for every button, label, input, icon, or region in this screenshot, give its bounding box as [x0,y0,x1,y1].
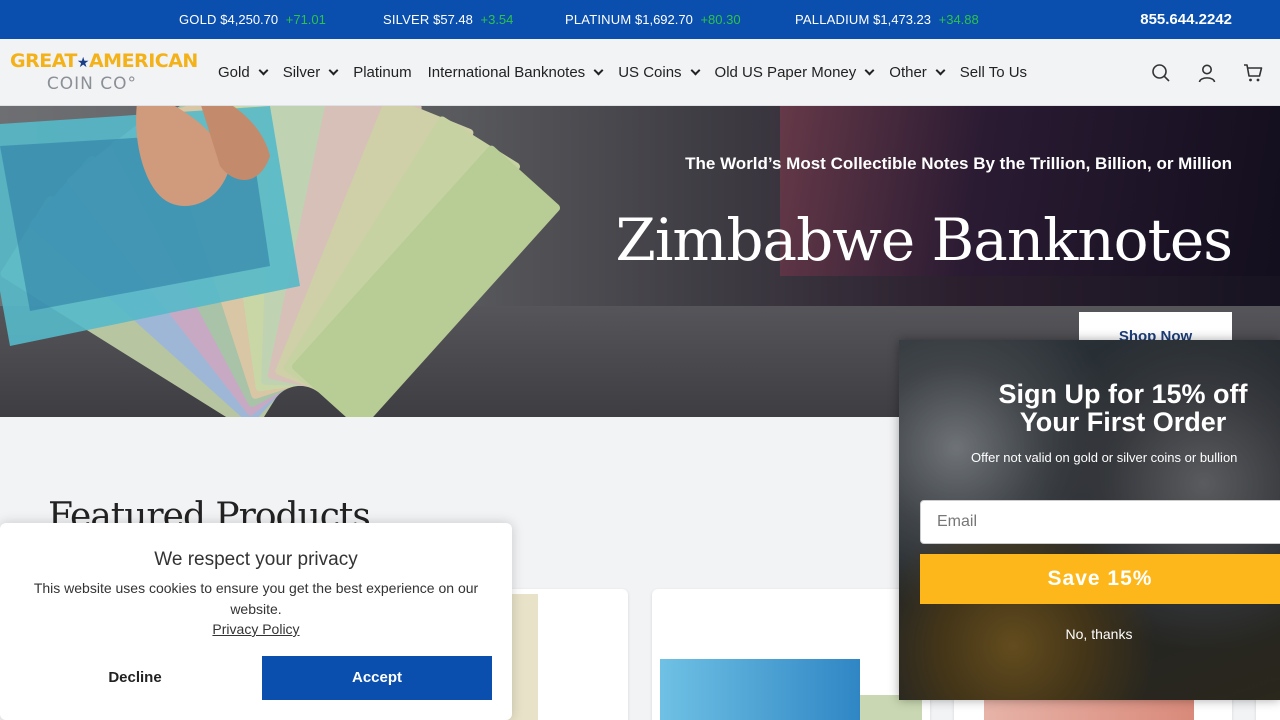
ticker-change: +34.88 [938,12,979,27]
save-15-button[interactable]: Save 15% [920,554,1280,604]
nav-label: Sell To Us [959,64,1028,81]
account-icon[interactable] [1197,63,1217,83]
logo-star-icon: ★ [76,55,90,71]
chevron-down-icon [864,65,875,76]
ticker-item-silver[interactable]: SILVER $57.48 +3.54 [383,12,513,27]
ticker-price: $57.48 [433,12,473,27]
cookie-message: This website uses cookies to ensure you … [33,580,479,617]
nav-label: Platinum [353,64,412,81]
logo-wordmark: GREAT★AMERICAN [10,50,198,74]
nav-item-old-us-paper-money[interactable]: Old US Paper Money [714,64,875,81]
nav-label: Other [889,64,927,81]
signup-title-line1: Sign Up for 15% off [998,379,1248,409]
search-icon[interactable] [1151,63,1171,83]
no-thanks-link[interactable]: No, thanks [1024,626,1174,642]
nav-item-sell-to-us[interactable]: Sell To Us [960,64,1027,81]
ticker-item-gold[interactable]: GOLD $4,250.70 +71.01 [179,12,326,27]
cart-icon[interactable] [1243,63,1263,83]
nav-item-gold[interactable]: Gold [218,64,269,81]
ticker-change: +80.30 [700,12,741,27]
hero-title: Zimbabwe Banknotes [615,206,1233,274]
signup-title-line2: Your First Order [1019,407,1227,437]
hero-subtitle: The World’s Most Collectible Notes By th… [685,154,1232,173]
chevron-down-icon [328,65,339,76]
chevron-down-icon [935,65,946,76]
chevron-down-icon [258,65,269,76]
email-input[interactable] [920,500,1280,544]
cookie-title: We respect your privacy [154,549,358,570]
price-ticker: GOLD $4,250.70 +71.01 SILVER $57.48 +3.5… [0,0,1280,39]
site-header: GREAT★AMERICAN COIN CO° Gold Silver Plat… [0,39,1280,106]
signup-popup: Sign Up for 15% off Your First Order Off… [899,340,1280,700]
nav-label: Silver [282,64,321,81]
ticker-price: $1,473.23 [873,12,931,27]
nav-label: Gold [218,64,250,81]
ticker-price: $1,692.70 [635,12,693,27]
ticker-change: +71.01 [285,12,326,27]
ticker-price: $4,250.70 [220,12,279,27]
decline-button[interactable]: Decline [20,656,250,700]
nav-item-silver[interactable]: Silver [282,64,339,81]
privacy-policy-link[interactable]: Privacy Policy [0,621,512,637]
accept-button[interactable]: Accept [262,656,492,700]
nav-item-other[interactable]: Other [889,64,946,81]
ticker-metal: GOLD [179,12,217,27]
cookie-consent-banner: We respect your privacy This website use… [0,523,512,720]
ticker-item-palladium[interactable]: PALLADIUM $1,473.23 +34.88 [795,12,979,27]
nav-label: International Banknotes [427,64,586,81]
signup-disclaimer: Offer not valid on gold or silver coins … [971,450,1238,465]
nav-label: Old US Paper Money [714,64,857,81]
main-nav: Gold Silver Platinum International Bankn… [218,64,1043,81]
ticker-metal: PALLADIUM [795,12,870,27]
ticker-metal: SILVER [383,12,430,27]
nav-item-platinum[interactable]: Platinum [353,64,411,81]
signup-title: Sign Up for 15% off Your First Order [979,380,1267,436]
site-logo[interactable]: GREAT★AMERICAN COIN CO° [10,50,198,95]
ticker-item-platinum[interactable]: PLATINUM $1,692.70 +80.30 [565,12,741,27]
product-image [660,659,860,720]
product-card[interactable] [652,589,930,720]
nav-item-international-banknotes[interactable]: International Banknotes [427,64,604,81]
logo-text-great: GREAT [10,50,77,72]
logo-subtext: COIN CO° [46,74,138,94]
ticker-change: +3.54 [480,12,514,27]
chevron-down-icon [690,65,700,76]
chevron-down-icon [593,65,604,76]
ticker-metal: PLATINUM [565,12,632,27]
logo-text-american: AMERICAN [88,50,198,72]
banknotes-fan-image [0,106,561,417]
nav-label: US Coins [618,64,682,81]
nav-item-us-coins[interactable]: US Coins [618,64,700,81]
phone-number-link[interactable]: 855.644.2242 [1140,11,1232,28]
